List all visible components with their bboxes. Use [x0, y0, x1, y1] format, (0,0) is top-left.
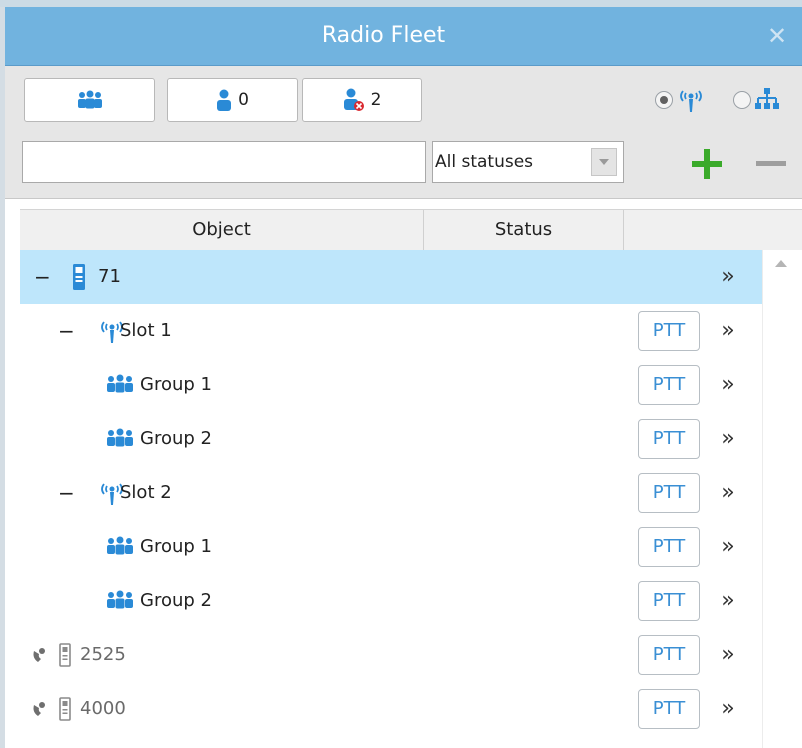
collapse-toggle[interactable]: − [58, 304, 75, 358]
offline-radio-icon [30, 642, 74, 668]
window-top-edge [0, 0, 802, 7]
chevron-down-icon [599, 159, 609, 165]
close-icon: ✕ [766, 22, 788, 50]
ptt-button[interactable]: PTT [638, 419, 700, 459]
close-button[interactable]: ✕ [762, 21, 792, 51]
collapse-toggle[interactable]: − [58, 466, 75, 520]
tree-row[interactable]: 2525 PTT» [20, 628, 762, 682]
user-icon [217, 89, 232, 111]
column-header-status[interactable]: Status [424, 210, 624, 250]
offline-radio-icon [30, 696, 74, 722]
ptt-button[interactable]: PTT [638, 527, 700, 567]
toolbar: 0 2 All statuses [5, 66, 802, 199]
tree-row[interactable]: − 71 » [20, 250, 762, 304]
group-icon [104, 534, 136, 560]
column-header-actions [624, 210, 802, 250]
toolbar-spacer [5, 199, 802, 209]
tree-row[interactable]: Group 2 PTT» [20, 412, 762, 466]
group-icon [104, 426, 136, 452]
tree-row[interactable]: − Slot 2 PTT» [20, 466, 762, 520]
radio-fleet-tree: −71» − Slot 1 PTT» Group 1 PTT» Group 2 PTT» − Sl… [20, 250, 782, 748]
row-label: 2525 [80, 644, 126, 665]
group-icon [77, 90, 102, 109]
add-button[interactable] [689, 146, 725, 182]
tree-view-radio[interactable] [733, 91, 751, 109]
show-groups-button[interactable] [24, 78, 155, 122]
ptt-button[interactable]: PTT [638, 311, 700, 351]
search-input[interactable] [22, 141, 426, 183]
status-filter-select[interactable]: All statuses [432, 141, 624, 183]
ptt-button[interactable]: PTT [638, 689, 700, 729]
group-icon [104, 588, 136, 614]
remove-button[interactable] [753, 146, 789, 182]
row-label: Group 1 [140, 536, 212, 557]
group-icon [104, 372, 136, 398]
user-offline-icon [343, 88, 364, 111]
show-users-button[interactable]: 0 [167, 78, 298, 122]
status-filter-value: All statuses [435, 152, 534, 172]
row-label: Group 2 [140, 590, 212, 611]
users-count: 0 [238, 90, 249, 110]
scroll-up-arrow-icon[interactable] [775, 260, 787, 267]
ptt-button[interactable]: PTT [638, 635, 700, 675]
status-filter-dropdown-button[interactable] [591, 148, 617, 176]
tree-structure-icon [755, 88, 779, 109]
ptt-button[interactable]: PTT [638, 581, 700, 621]
window-title: Radio Fleet [321, 23, 446, 48]
title-bar: Radio Fleet ✕ [5, 7, 802, 66]
row-label: Group 2 [140, 428, 212, 449]
column-header-object[interactable]: Object [20, 210, 424, 250]
collapse-toggle[interactable]: − [34, 250, 51, 304]
expand-details-button[interactable]: » [710, 520, 746, 574]
expand-details-button[interactable]: » [710, 412, 746, 466]
show-offline-users-button[interactable]: 2 [302, 78, 422, 122]
ptt-button[interactable]: PTT [638, 365, 700, 405]
row-label: Slot 1 [120, 320, 172, 341]
radio-device-icon [72, 264, 86, 290]
tree-row[interactable]: − Slot 1 PTT» [20, 304, 762, 358]
vertical-scrollbar[interactable] [762, 250, 802, 748]
radio-fleet-window: Radio Fleet ✕ 0 2 All statuses Object St… [0, 0, 802, 748]
expand-details-button[interactable]: » [710, 304, 746, 358]
tree-row[interactable]: 4000 PTT» [20, 682, 762, 736]
expand-details-button[interactable]: » [710, 682, 746, 736]
offline-users-count: 2 [370, 90, 382, 110]
table-header: Object Status [20, 209, 802, 251]
radio-view-radio[interactable] [655, 91, 673, 109]
row-label: Slot 2 [120, 482, 172, 503]
tree-row[interactable]: Group 2 PTT» [20, 574, 762, 628]
expand-details-button[interactable]: » [710, 574, 746, 628]
tree-row[interactable]: Group 1 PTT» [20, 358, 762, 412]
antenna-icon [680, 90, 702, 112]
row-label: 4000 [80, 698, 126, 719]
expand-details-button[interactable]: » [710, 250, 746, 304]
expand-details-button[interactable]: » [710, 628, 746, 682]
tree-row[interactable]: Group 1 PTT» [20, 520, 762, 574]
row-label: 71 [98, 266, 121, 287]
ptt-button[interactable]: PTT [638, 473, 700, 513]
expand-details-button[interactable]: » [710, 466, 746, 520]
expand-details-button[interactable]: » [710, 358, 746, 412]
row-label: Group 1 [140, 374, 212, 395]
